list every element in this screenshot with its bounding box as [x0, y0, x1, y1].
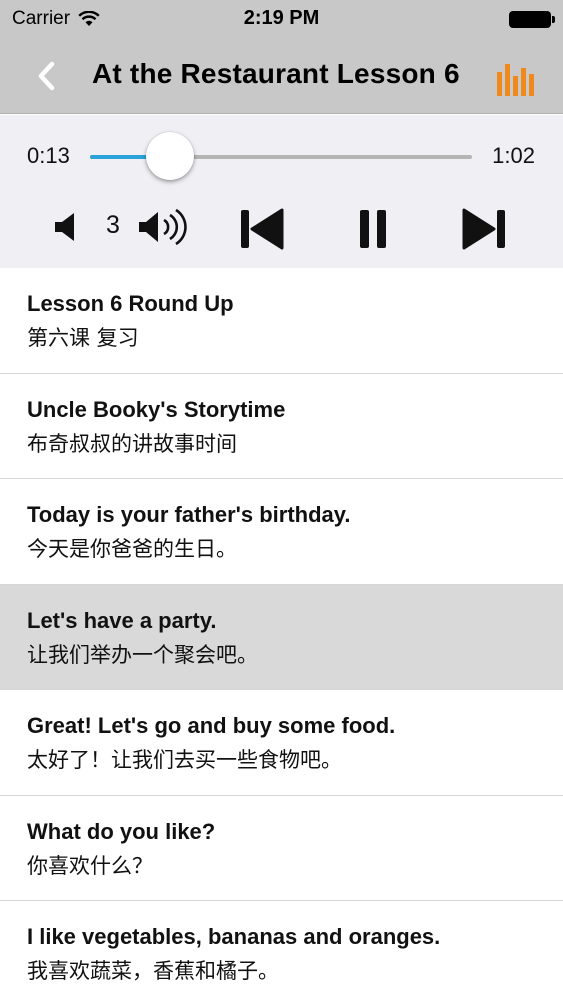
skip-forward-icon: [462, 208, 505, 250]
pause-icon: [360, 210, 386, 248]
list-item[interactable]: Let's have a party. 让我们举办一个聚会吧。: [0, 584, 563, 690]
battery-icon: [509, 11, 555, 28]
statistics-button[interactable]: [495, 60, 539, 98]
status-bar: Carrier 2:19 PM: [0, 0, 563, 38]
speaker-low-icon: [55, 213, 74, 241]
volume-level: 3: [106, 211, 120, 239]
previous-button[interactable]: [238, 207, 286, 256]
progress-slider[interactable]: [90, 132, 472, 180]
next-button[interactable]: [460, 207, 508, 256]
page-title: At the Restaurant Lesson 6: [92, 58, 460, 89]
back-button[interactable]: [28, 58, 64, 94]
item-chinese-text: 让我们举办一个聚会吧。: [27, 642, 258, 667]
speaker-high-icon: [139, 208, 187, 246]
status-time: 2:19 PM: [243, 7, 320, 29]
list-item[interactable]: I like vegetables, bananas and oranges. …: [0, 901, 563, 1000]
pause-button[interactable]: [357, 207, 389, 256]
item-english-text: Lesson 6 Round Up: [27, 291, 234, 316]
item-english-text: Uncle Booky's Storytime: [27, 396, 286, 422]
item-chinese-text: 太好了！让我们去买一些食物吧。: [27, 748, 342, 772]
navigation-bar: At the Restaurant Lesson 6: [0, 38, 563, 114]
lesson-list: Lesson 6 Round Up 第六课 复习 Uncle Booky's S…: [0, 268, 563, 1000]
list-item[interactable]: Great! Let's go and buy some food. 太好了！让…: [0, 690, 563, 796]
item-english-text: What do you like?: [27, 818, 216, 844]
item-chinese-text: 第六课 复习: [27, 326, 139, 350]
bar-chart-icon: [497, 64, 534, 96]
item-chinese-text: 我喜欢蔬菜，香蕉和橘子。: [27, 959, 279, 983]
item-chinese-text: 布奇叔叔的讲故事时间: [27, 431, 237, 456]
item-english-text: I like vegetables, bananas and oranges.: [27, 924, 441, 949]
list-item[interactable]: Uncle Booky's Storytime 布奇叔叔的讲故事时间: [0, 373, 563, 479]
elapsed-time: 0:13: [27, 143, 70, 168]
progress-thumb[interactable]: [146, 132, 195, 180]
audio-player: 0:13 1:02 3: [0, 115, 563, 268]
volume-down-button[interactable]: [52, 210, 82, 249]
list-item[interactable]: Today is your father's birthday. 今天是你爸爸的…: [0, 479, 563, 585]
list-item[interactable]: What do you like? 你喜欢什么？: [0, 795, 563, 901]
total-time: 1:02: [492, 143, 535, 168]
item-chinese-text: 今天是你爸爸的生日。: [27, 537, 237, 561]
skip-back-icon: [241, 208, 284, 250]
chevron-left-icon: [38, 61, 55, 91]
item-english-text: Today is your father's birthday.: [27, 502, 351, 527]
item-english-text: Great! Let's go and buy some food.: [27, 713, 396, 738]
list-item[interactable]: Lesson 6 Round Up 第六课 复习: [0, 268, 563, 374]
volume-up-button[interactable]: [136, 207, 192, 252]
item-english-text: Let's have a party.: [27, 607, 217, 633]
item-chinese-text: 你喜欢什么？: [27, 853, 153, 878]
